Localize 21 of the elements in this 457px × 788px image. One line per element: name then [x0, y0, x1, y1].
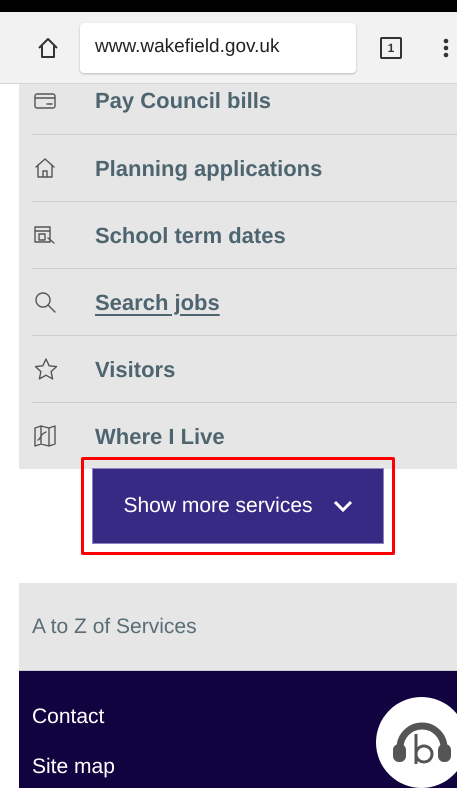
- house-icon: [34, 157, 56, 179]
- chevron-down-icon: [332, 500, 353, 512]
- service-link[interactable]: Pay Council bills: [95, 84, 272, 117]
- footer-link[interactable]: Contact: [32, 701, 104, 732]
- star-icon: [34, 358, 58, 380]
- search-icon: [34, 291, 56, 313]
- service-link[interactable]: Planning applications: [95, 152, 322, 184]
- footer-link[interactable]: Site map: [32, 750, 115, 782]
- tab-count-button[interactable]: 1: [380, 36, 402, 58]
- address-field[interactable]: www.wakefield.gov.uk: [80, 22, 356, 72]
- service-link[interactable]: Search jobs: [95, 286, 220, 318]
- map-icon: [34, 425, 56, 447]
- service-link[interactable]: Visitors: [95, 352, 176, 386]
- card-icon: [34, 92, 56, 108]
- service-link[interactable]: School term dates: [95, 218, 286, 252]
- home-icon[interactable]: [36, 36, 60, 60]
- service-link[interactable]: Where I Live: [95, 420, 225, 452]
- a-to-z-link[interactable]: A to Z of Services: [32, 610, 197, 642]
- menu-icon[interactable]: [443, 38, 449, 58]
- show-more-button[interactable]: Show more services: [92, 468, 384, 544]
- calendar-icon: [34, 225, 56, 245]
